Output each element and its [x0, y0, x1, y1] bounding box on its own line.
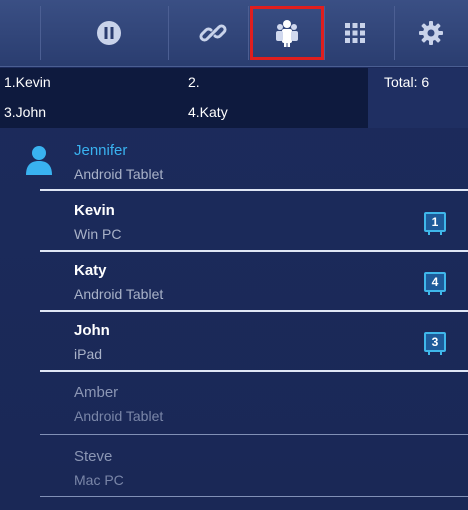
app-frame: 1.Kevin 2. 3.John 4.Katy Total: 6 Jennif…	[0, 0, 468, 510]
toolbar-separator	[168, 6, 169, 60]
display-slots-summary: 1.Kevin 2. 3.John 4.Katy Total: 6	[0, 68, 468, 128]
link-button[interactable]	[176, 6, 250, 60]
participant-name: Kevin	[74, 202, 115, 219]
user-avatar-icon	[26, 146, 52, 175]
participant-device: Mac PC	[74, 472, 124, 488]
pause-icon	[97, 21, 121, 45]
list-item-participant[interactable]: Kevin Win PC 1	[0, 196, 468, 250]
participant-name: Amber	[74, 384, 119, 401]
list-divider	[40, 250, 468, 252]
participant-name: Katy	[74, 262, 107, 279]
participant-name: John	[74, 322, 110, 339]
participant-device: Android Tablet	[74, 286, 164, 302]
participants-icon	[276, 20, 298, 47]
participant-device: iPad	[74, 346, 103, 362]
slot-4-label[interactable]: 4.Katy	[188, 104, 228, 120]
list-item-self[interactable]: Jennifer Android Tablet	[0, 136, 468, 190]
list-divider	[40, 310, 468, 312]
participant-name: Steve	[74, 448, 113, 465]
grid-button[interactable]	[318, 6, 392, 60]
gear-icon	[419, 21, 443, 45]
list-divider	[40, 496, 468, 497]
list-divider	[40, 434, 468, 435]
participant-device: Android Tablet	[74, 166, 164, 182]
toolbar	[0, 0, 468, 67]
toolbar-separator	[40, 6, 41, 60]
list-item-participant[interactable]: Amber Android Tablet	[0, 380, 468, 434]
display-position-badge[interactable]: 3	[424, 332, 446, 355]
slot-1-label[interactable]: 1.Kevin	[4, 74, 51, 90]
slot-2-label[interactable]: 2.	[188, 74, 200, 90]
list-divider	[40, 370, 468, 372]
grid-icon	[345, 23, 365, 43]
participant-device: Android Tablet	[74, 408, 164, 424]
list-divider	[40, 189, 468, 191]
list-item-participant[interactable]: Katy Android Tablet 4	[0, 256, 468, 310]
list-item-participant[interactable]: Steve Mac PC	[0, 444, 468, 498]
total-count: Total: 6	[384, 74, 430, 90]
link-icon	[199, 24, 227, 42]
toolbar-separator	[248, 6, 249, 60]
pause-button[interactable]	[72, 6, 146, 60]
slot-3-label[interactable]: 3.John	[4, 104, 46, 120]
display-position-badge[interactable]: 1	[424, 212, 446, 235]
participants-button[interactable]	[250, 6, 324, 60]
display-position-badge[interactable]: 4	[424, 272, 446, 295]
participant-device: Win PC	[74, 226, 122, 242]
list-item-participant[interactable]: John iPad 3	[0, 316, 468, 370]
settings-button[interactable]	[394, 6, 468, 60]
participant-name: Jennifer	[74, 142, 128, 159]
